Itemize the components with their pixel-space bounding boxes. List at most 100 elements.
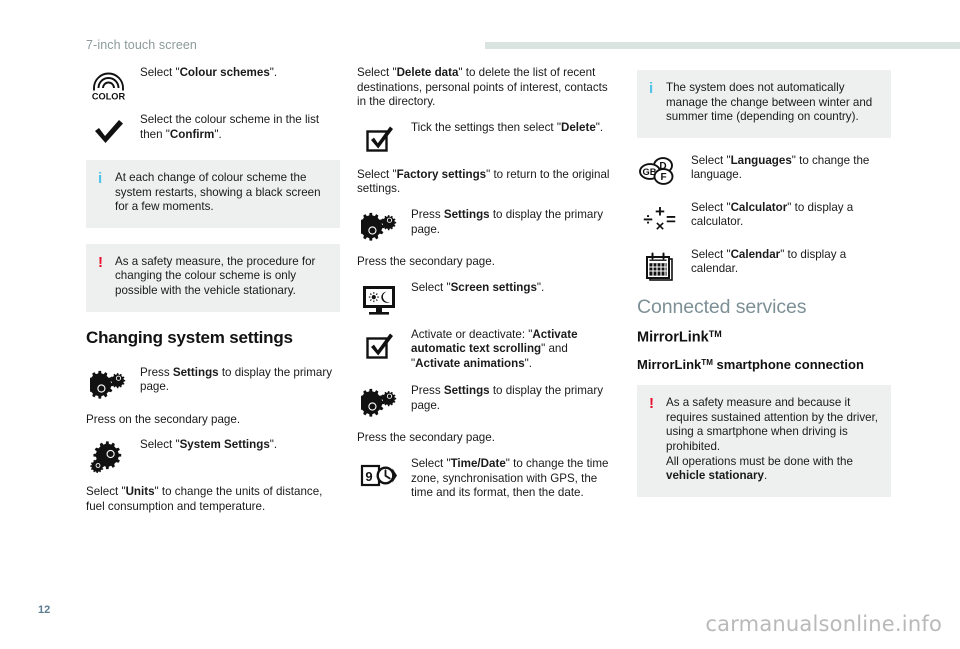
txt-part: MirrorLink <box>637 357 702 373</box>
row-calendar-text: Select "Calendar" to display a calendar. <box>691 248 891 277</box>
row-time-date-text: Select "Time/Date" to change the time zo… <box>411 457 611 501</box>
row-settings-primary-2-text: Press Settings to display the primary pa… <box>411 208 611 237</box>
watermark: carmanualsonline.info <box>705 612 942 636</box>
txt-bold: Delete <box>560 120 596 134</box>
callout-warning-smartphone-driving: ! As a safety measure and because it req… <box>637 385 891 497</box>
txt-bold: Activate animations <box>415 356 525 370</box>
txt-part: ". <box>214 127 222 141</box>
row-languages: GB D F Select "Languages" to change the … <box>637 154 891 188</box>
header-rule <box>485 42 960 49</box>
row-confirm: Select the colour scheme in the list the… <box>86 113 340 147</box>
heading-mirrorlink-smartphone-connection: MirrorLinkTM smartphone connection <box>637 355 891 373</box>
txt-part: smartphone connection <box>712 357 864 373</box>
calendar-clock-icon: 9 <box>357 457 403 495</box>
txt-part: Press <box>140 365 173 379</box>
callout-text: The system does not automatically manage… <box>666 81 873 124</box>
row-confirm-text: Select the colour scheme in the list the… <box>140 113 340 142</box>
para-press-secondary-page-2: Press the secondary page. <box>357 431 495 445</box>
callout-text: At each change of colour scheme the syst… <box>115 171 321 214</box>
gears-settings-icon <box>357 384 403 422</box>
row-screen-settings: Select "Screen settings". <box>357 281 611 315</box>
row-time-date: 9 Select "Time/Date" to change the time … <box>357 457 611 501</box>
txt-bold: Languages <box>730 153 792 167</box>
column-two: Select "Delete data" to delete the list … <box>357 66 611 514</box>
txt-bold: Units <box>125 485 155 499</box>
row-system-settings-text: Select "System Settings". <box>140 438 340 453</box>
color-rainbow-icon: COLOR <box>86 66 132 104</box>
callout-info-colour-restart: i At each change of colour scheme the sy… <box>86 160 340 228</box>
calculator-symbols-icon: ÷ + × = <box>637 201 683 239</box>
txt-part: Select " <box>357 66 397 79</box>
row-settings-primary-3: Press Settings to display the primary pa… <box>357 384 611 418</box>
callout-text: As a safety measure and because it requi… <box>649 396 879 484</box>
trademark-symbol: TM <box>701 358 713 368</box>
txt-part: Select " <box>86 485 126 499</box>
txt-part: ". <box>269 438 278 452</box>
column-three: i The system does not automatically mana… <box>637 66 891 513</box>
row-settings-primary: Press Settings to display the primary pa… <box>86 366 340 400</box>
para-press-secondary-page: Press on the secondary page. <box>86 412 241 426</box>
txt-part: Tick the settings then select " <box>411 120 561 134</box>
row-calendar: Select "Calendar" to display a calendar. <box>637 248 891 282</box>
lang-label-gb: GB <box>643 167 657 177</box>
gears-system-settings-icon <box>86 438 132 476</box>
para-units: Select "Units" to change the units of di… <box>86 485 340 514</box>
txt-part: ". <box>524 356 532 370</box>
row-calculator-text: Select "Calculator" to display a calcula… <box>691 201 891 230</box>
txt-part: Select " <box>691 247 731 261</box>
lang-label-d: D <box>659 161 666 172</box>
languages-icon: GB D F <box>637 154 683 192</box>
warning-icon: ! <box>98 253 103 271</box>
txt-part: Select " <box>357 167 397 181</box>
row-colour-schemes-text: Select "Colour schemes". <box>140 66 340 81</box>
txt-part: Press <box>411 207 444 221</box>
callout-info-summer-winter-time: i The system does not automatically mana… <box>637 70 891 138</box>
txt-bold: Calendar <box>730 247 781 261</box>
svg-text:COLOR: COLOR <box>92 92 126 102</box>
calendar-icon <box>637 248 683 286</box>
lang-label-f: F <box>660 172 666 183</box>
column-one: COLOR Select "Colour schemes". Select th… <box>86 66 340 525</box>
row-calculator: ÷ + × = Select "Calculator" to display a… <box>637 201 891 235</box>
txt-part: Select the colour scheme in the list the… <box>140 113 320 141</box>
row-screen-settings-text: Select "Screen settings". <box>411 281 611 296</box>
row-colour-schemes: COLOR Select "Colour schemes". <box>86 66 340 102</box>
checkmark-icon <box>86 113 132 151</box>
row-tick-delete-text: Tick the settings then select "Delete". <box>411 121 611 136</box>
gears-settings-icon <box>357 208 403 246</box>
txt-part: As a safety measure and because it requi… <box>666 396 879 454</box>
row-settings-primary-3-text: Press Settings to display the primary pa… <box>411 384 611 413</box>
info-icon: i <box>98 170 103 187</box>
txt-bold: Settings <box>443 384 490 398</box>
row-activate-options: Activate or deactivate: "Activate automa… <box>357 328 611 372</box>
calendar-digit: 9 <box>365 469 372 484</box>
txt-bold: System Settings <box>179 438 270 452</box>
txt-part: MirrorLink <box>637 329 709 346</box>
para-press-secondary-page-1: Press the secondary page. <box>357 254 495 268</box>
txt-bold: Calculator <box>730 200 788 214</box>
txt-part: Select " <box>140 438 180 452</box>
checkbox-ticked-icon <box>357 121 403 159</box>
trademark-symbol: TM <box>708 328 722 339</box>
row-settings-primary-2: Press Settings to display the primary pa… <box>357 208 611 242</box>
monitor-sun-moon-icon <box>357 281 403 319</box>
txt-bold: Confirm <box>169 127 215 141</box>
svg-text:÷: ÷ <box>643 210 652 229</box>
txt-bold: vehicle stationary <box>666 469 764 483</box>
callout-text: As a safety measure, the procedure for c… <box>115 254 316 297</box>
page-header-title: 7-inch touch screen <box>86 38 197 52</box>
row-tick-delete: Tick the settings then select "Delete". <box>357 121 611 155</box>
row-system-settings: Select "System Settings". <box>86 438 340 474</box>
txt-part: All operations must be done with the <box>666 454 853 468</box>
txt-bold: Settings <box>172 365 219 379</box>
txt-part: Select " <box>140 66 180 79</box>
row-activate-options-text: Activate or deactivate: "Activate automa… <box>411 328 611 372</box>
row-languages-text: Select "Languages" to change the languag… <box>691 154 891 183</box>
txt-part: . <box>763 469 768 483</box>
row-settings-primary-text: Press Settings to display the primary pa… <box>140 366 340 395</box>
txt-bold: Colour schemes <box>179 66 270 79</box>
txt-part: ". <box>595 120 604 134</box>
section-heading-connected-services: Connected services <box>637 295 807 318</box>
txt-bold: Factory settings <box>396 167 487 181</box>
manual-page: 7-inch touch screen COLOR Select "Colour… <box>0 0 960 649</box>
